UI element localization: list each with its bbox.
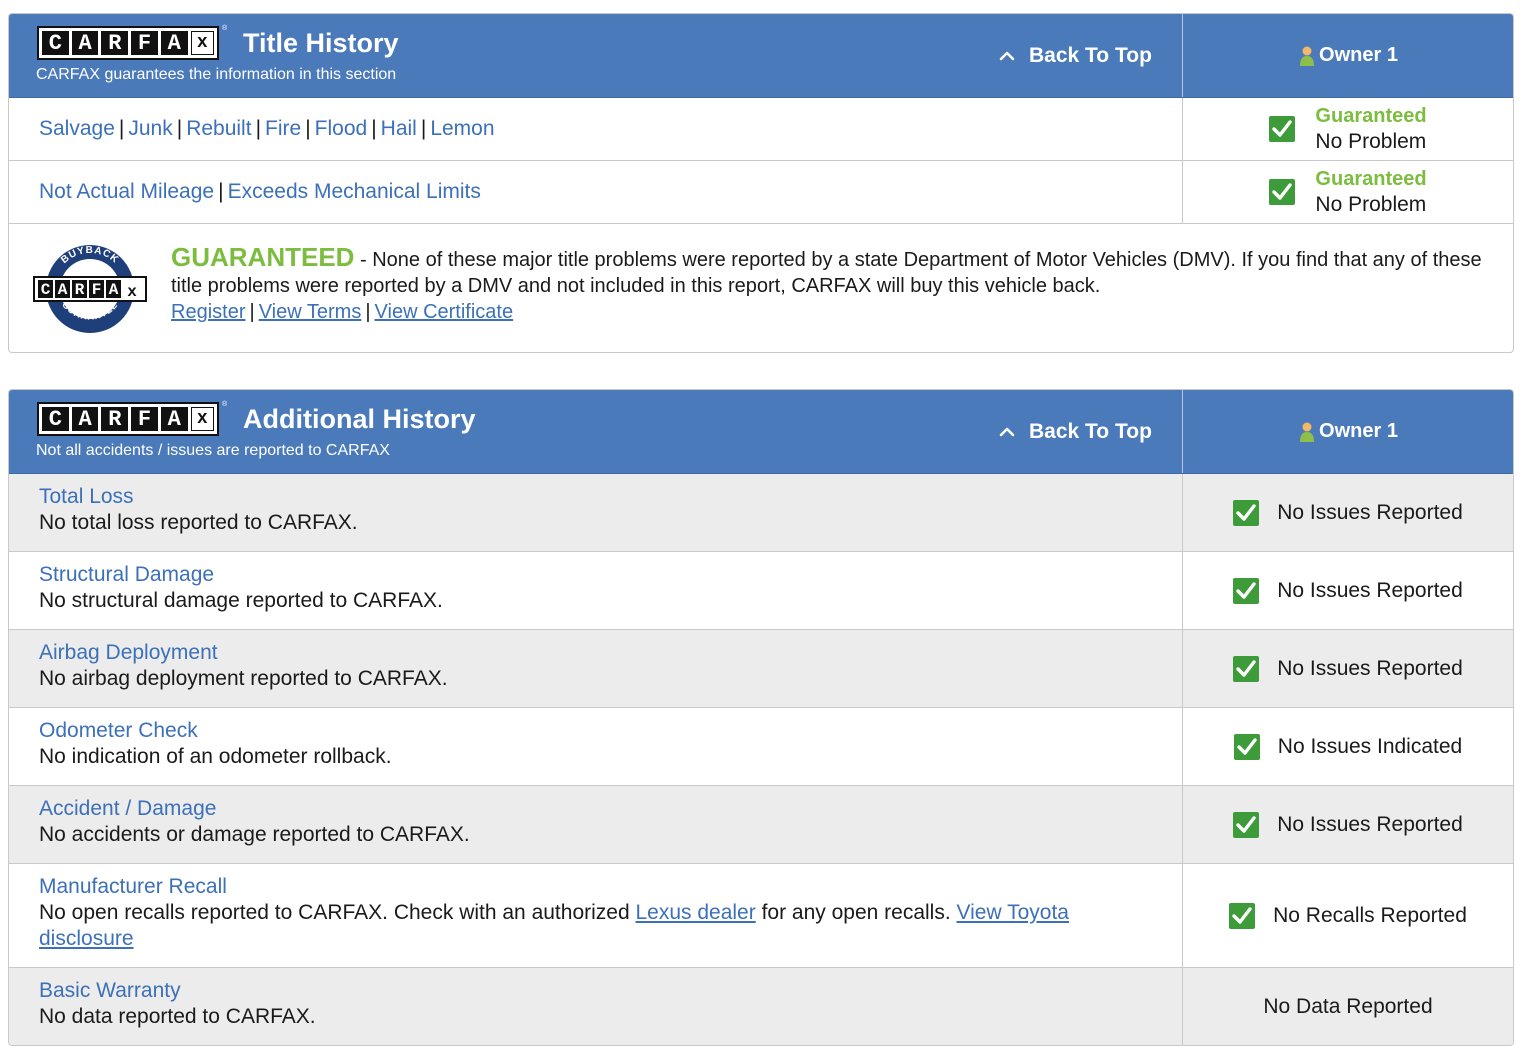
green-check-icon: [1233, 655, 1260, 682]
owner-label: Owner 1: [1319, 44, 1398, 66]
back-to-top-label: Back To Top: [1029, 44, 1152, 67]
back-to-top-label: Back To Top: [1029, 420, 1152, 443]
additional-history-section: CARFAx ® Additional History Not all acci…: [8, 389, 1514, 1046]
not-actual-mileage-link[interactable]: Not Actual Mileage: [39, 180, 214, 204]
additional-history-header: CARFAx ® Additional History Not all acci…: [9, 390, 1513, 474]
section-title: Title History: [243, 28, 399, 58]
status-cell: No Issues Reported: [1182, 552, 1513, 629]
flood-link[interactable]: Flood: [315, 117, 368, 141]
lemon-link[interactable]: Lemon: [430, 117, 494, 141]
section-subtitle: Not all accidents / issues are reported …: [36, 442, 390, 459]
salvage-link[interactable]: Salvage: [39, 117, 115, 141]
mileage-problems-row: Not Actual Mileage | Exceeds Mechanical L…: [9, 161, 1513, 224]
row-description: No total loss reported to CARFAX.: [39, 511, 358, 534]
exceeds-mechanical-limits-link[interactable]: Exceeds Mechanical Limits: [228, 180, 481, 204]
view-certificate-link[interactable]: View Certificate: [375, 301, 514, 323]
total-loss-link[interactable]: Total Loss: [39, 484, 1182, 510]
status-value: No Problem: [1315, 130, 1427, 153]
history-row-basic-warranty: Basic Warranty No data reported to CARFA…: [9, 968, 1513, 1045]
status-cell: No Data Reported: [1182, 968, 1513, 1045]
status-text: No Issues Reported: [1277, 578, 1463, 602]
section-subtitle: CARFAX guarantees the information in thi…: [36, 66, 397, 83]
status-text: No Issues Reported: [1277, 500, 1463, 524]
view-terms-link[interactable]: View Terms: [259, 301, 362, 323]
green-check-icon: [1233, 733, 1260, 760]
svg-text:R: R: [75, 281, 85, 299]
green-check-icon: [1269, 179, 1296, 205]
lexus-dealer-link[interactable]: Lexus dealer: [635, 901, 755, 924]
chevron-up-icon: [999, 51, 1015, 61]
odometer-check-link[interactable]: Odometer Check: [39, 718, 1182, 744]
junk-link[interactable]: Junk: [128, 117, 172, 141]
svg-text:C: C: [41, 281, 51, 299]
register-link[interactable]: Register: [171, 301, 245, 323]
green-check-icon: [1233, 499, 1260, 526]
structural-damage-link[interactable]: Structural Damage: [39, 562, 1182, 588]
buyback-guarantee-badge: BUYBACK GUARANTEE C A R F A x: [33, 245, 147, 333]
row-description: No data reported to CARFAX.: [39, 1005, 316, 1028]
accident-damage-link[interactable]: Accident / Damage: [39, 796, 1182, 822]
fire-link[interactable]: Fire: [265, 117, 301, 141]
status-value: No Problem: [1315, 193, 1427, 216]
status-text: No Recalls Reported: [1273, 903, 1467, 927]
owner-label: Owner 1: [1319, 420, 1398, 442]
row-description: No airbag deployment reported to CARFAX.: [39, 667, 448, 690]
guaranteed-label: Guaranteed: [1315, 168, 1427, 190]
buyback-description: - None of these major title problems wer…: [171, 249, 1482, 297]
status-cell: No Issues Reported: [1182, 786, 1513, 863]
status-text: No Data Reported: [1263, 995, 1433, 1018]
history-row-total-loss: Total Loss No total loss reported to CAR…: [9, 474, 1513, 552]
green-check-icon: [1233, 577, 1260, 604]
rebuilt-link[interactable]: Rebuilt: [186, 117, 251, 141]
status-cell: No Issues Reported: [1182, 630, 1513, 707]
svg-text:x: x: [127, 283, 137, 301]
owner-column-header: Owner 1: [1182, 390, 1513, 473]
owner-person-icon: [1300, 422, 1315, 442]
status-cell: No Recalls Reported: [1182, 864, 1513, 967]
row-description: No open recalls reported to CARFAX. Chec…: [39, 901, 1069, 950]
title-problems-links: Salvage | Junk | Rebuilt | Fire | Flood | Hai…: [39, 117, 495, 141]
owner-column-header: Owner 1: [1182, 14, 1513, 97]
buyback-guarantee-block: BUYBACK GUARANTEE C A R F A x GUARANTEED…: [9, 224, 1513, 352]
status-cell: Guaranteed No Problem: [1182, 98, 1513, 160]
title-history-header: CARFAx ® Title History CARFAX guarantees…: [9, 14, 1513, 98]
status-text: No Issues Reported: [1277, 812, 1463, 836]
green-check-icon: [1229, 902, 1256, 929]
guaranteed-headline: GUARANTEED: [171, 242, 355, 272]
svg-text:A: A: [58, 281, 68, 299]
buyback-text: GUARANTEED - None of these major title p…: [171, 242, 1482, 323]
row-description: No indication of an odometer rollback.: [39, 745, 392, 768]
airbag-deployment-link[interactable]: Airbag Deployment: [39, 640, 1182, 666]
status-text: No Issues Reported: [1277, 656, 1463, 680]
svg-text:A: A: [109, 281, 119, 299]
svg-text:F: F: [92, 281, 102, 299]
row-description: No structural damage reported to CARFAX.: [39, 589, 443, 612]
history-row-structural-damage: Structural Damage No structural damage r…: [9, 552, 1513, 630]
status-cell: Guaranteed No Problem: [1182, 161, 1513, 223]
history-row-manufacturer-recall: Manufacturer Recall No open recalls repo…: [9, 864, 1513, 968]
guaranteed-label: Guaranteed: [1315, 105, 1427, 127]
green-check-icon: [1233, 811, 1260, 838]
carfax-logo: CARFAx: [37, 26, 219, 60]
manufacturer-recall-link[interactable]: Manufacturer Recall: [39, 874, 1182, 900]
back-to-top-button[interactable]: Back To Top: [999, 39, 1152, 73]
title-history-section: CARFAx ® Title History CARFAX guarantees…: [8, 13, 1514, 353]
chevron-up-icon: [999, 427, 1015, 437]
carfax-logo: CARFAx: [37, 402, 219, 436]
history-row-accident-damage: Accident / Damage No accidents or damage…: [9, 786, 1513, 864]
hail-link[interactable]: Hail: [381, 117, 417, 141]
history-row-odometer-check: Odometer Check No indication of an odome…: [9, 708, 1513, 786]
owner-person-icon: [1300, 46, 1315, 66]
green-check-icon: [1269, 116, 1296, 142]
title-problems-row: Salvage | Junk | Rebuilt | Fire | Flood | Hai…: [9, 98, 1513, 161]
status-cell: No Issues Indicated: [1182, 708, 1513, 785]
history-row-airbag-deployment: Airbag Deployment No airbag deployment r…: [9, 630, 1513, 708]
section-title: Additional History: [243, 404, 476, 434]
status-cell: No Issues Reported: [1182, 474, 1513, 551]
basic-warranty-link[interactable]: Basic Warranty: [39, 978, 1182, 1004]
status-text: No Issues Indicated: [1277, 734, 1463, 758]
row-description: No accidents or damage reported to CARFA…: [39, 823, 470, 846]
back-to-top-button[interactable]: Back To Top: [999, 415, 1152, 449]
mileage-problems-links: Not Actual Mileage | Exceeds Mechanical L…: [39, 180, 481, 204]
